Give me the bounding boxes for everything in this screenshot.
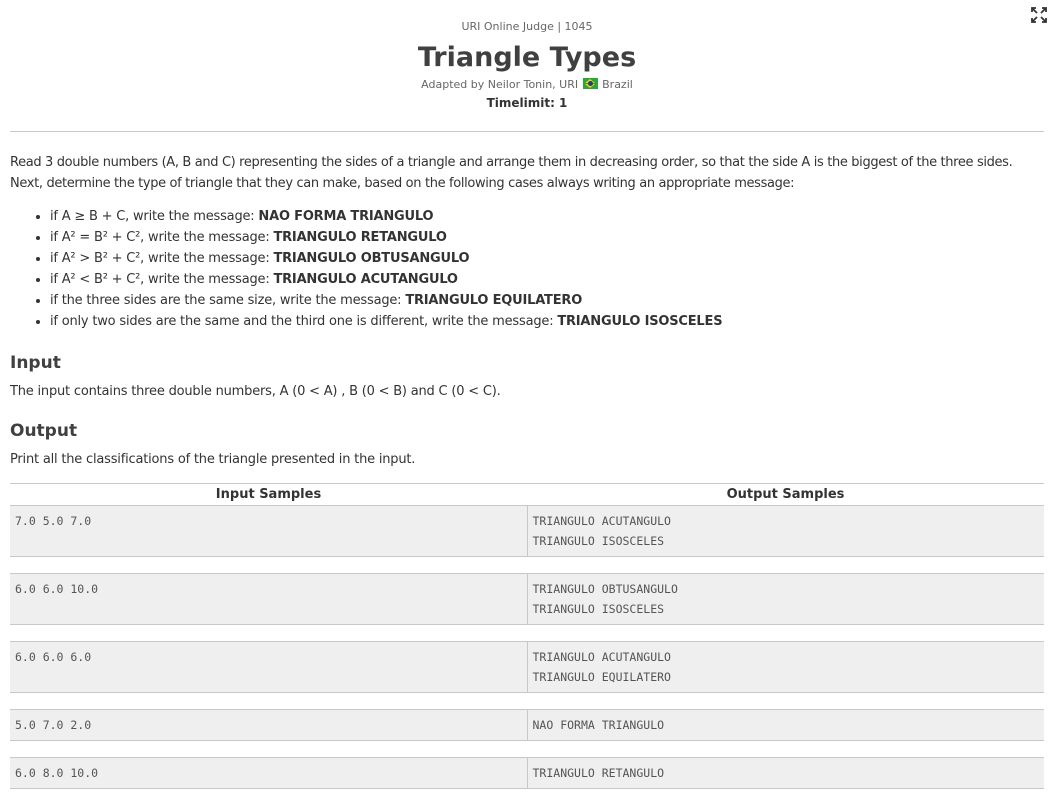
- list-item: if the three sides are the same size, wr…: [50, 290, 1044, 311]
- problem-description: Read 3 double numbers (A, B and C) repre…: [10, 152, 1044, 194]
- timelimit: Timelimit: 1: [486, 96, 568, 110]
- table-row: 6.0 6.0 10.0 TRIANGULO OBTUSANGULO TRIAN…: [10, 573, 1044, 625]
- sample-output[interactable]: TRIANGULO OBTUSANGULO TRIANGULO ISOSCELE…: [526, 574, 1045, 624]
- case-list: if A ≥ B + C, write the message: NAO FOR…: [10, 206, 1044, 332]
- author-name: Adapted by Neilor Tonin, URI: [421, 78, 579, 91]
- judge-label: URI Online Judge | 1045: [461, 20, 593, 33]
- list-item: if A² < B² + C², write the message: TRIA…: [50, 269, 1044, 290]
- list-item: if A ≥ B + C, write the message: NAO FOR…: [50, 206, 1044, 227]
- list-item: if A² = B² + C², write the message: TRIA…: [50, 227, 1044, 248]
- case-condition: if A ≥ B + C, write the message:: [50, 209, 259, 224]
- problem-header: URI Online Judge | 1045 Triangle Types A…: [0, 0, 1054, 111]
- table-row: 5.0 7.0 2.0 NAO FORMA TRIANGULO: [10, 709, 1044, 741]
- samples-table: Input Samples Output Samples 7.0 5.0 7.0…: [10, 483, 1044, 789]
- case-message: TRIANGULO RETANGULO: [273, 230, 447, 245]
- sample-input[interactable]: 6.0 6.0 6.0: [10, 642, 527, 692]
- sample-input[interactable]: 5.0 7.0 2.0: [10, 710, 527, 740]
- sample-input[interactable]: 6.0 6.0 10.0: [10, 574, 527, 624]
- description-line-2: Next, determine the type of triangle tha…: [10, 176, 795, 191]
- author-line: Adapted by Neilor Tonin, URI Brazil: [0, 77, 1054, 92]
- case-message: TRIANGULO ISOSCELES: [557, 314, 723, 329]
- input-description: The input contains three double numbers,…: [10, 384, 501, 399]
- sample-output[interactable]: NAO FORMA TRIANGULO: [526, 710, 1045, 740]
- case-message: TRIANGULO ACUTANGULO: [273, 272, 458, 287]
- author-country: Brazil: [602, 78, 633, 91]
- case-condition: if A² = B² + C², write the message:: [50, 230, 274, 245]
- case-message: NAO FORMA TRIANGULO: [258, 209, 434, 224]
- fullscreen-icon[interactable]: [1031, 7, 1047, 23]
- table-row: 6.0 8.0 10.0 TRIANGULO RETANGULO: [10, 757, 1044, 789]
- description-line-1: Read 3 double numbers (A, B and C) repre…: [10, 155, 1013, 170]
- header-divider: [10, 131, 1044, 132]
- list-item: if only two sides are the same and the t…: [50, 311, 1044, 332]
- output-samples-header: Output Samples: [726, 487, 845, 502]
- output-description: Print all the classifications of the tri…: [10, 452, 416, 467]
- case-condition: if only two sides are the same and the t…: [50, 314, 558, 329]
- sample-input[interactable]: 7.0 5.0 7.0: [10, 506, 527, 556]
- table-row: 6.0 6.0 6.0 TRIANGULO ACUTANGULO TRIANGU…: [10, 641, 1044, 693]
- case-condition: if the three sides are the same size, wr…: [50, 293, 406, 308]
- case-condition: if A² < B² + C², write the message:: [50, 272, 274, 287]
- input-samples-header: Input Samples: [215, 487, 322, 502]
- samples-header: Input Samples Output Samples: [10, 484, 1044, 505]
- page-title: Triangle Types: [417, 42, 637, 73]
- case-message: TRIANGULO OBTUSANGULO: [273, 251, 470, 266]
- sample-output[interactable]: TRIANGULO ACUTANGULO TRIANGULO ISOSCELES: [526, 506, 1045, 556]
- output-heading: Output: [10, 421, 78, 441]
- sample-output[interactable]: TRIANGULO ACUTANGULO TRIANGULO EQUILATER…: [526, 642, 1045, 692]
- sample-output[interactable]: TRIANGULO RETANGULO: [526, 758, 1045, 788]
- problem-content: Read 3 double numbers (A, B and C) repre…: [0, 152, 1054, 470]
- table-row: 7.0 5.0 7.0 TRIANGULO ACUTANGULO TRIANGU…: [10, 505, 1044, 557]
- list-item: if A² > B² + C², write the message: TRIA…: [50, 248, 1044, 269]
- case-message: TRIANGULO EQUILATERO: [405, 293, 583, 308]
- input-heading: Input: [10, 353, 61, 373]
- sample-input[interactable]: 6.0 8.0 10.0: [10, 758, 527, 788]
- case-condition: if A² > B² + C², write the message:: [50, 251, 274, 266]
- brazil-flag-icon: [582, 78, 598, 89]
